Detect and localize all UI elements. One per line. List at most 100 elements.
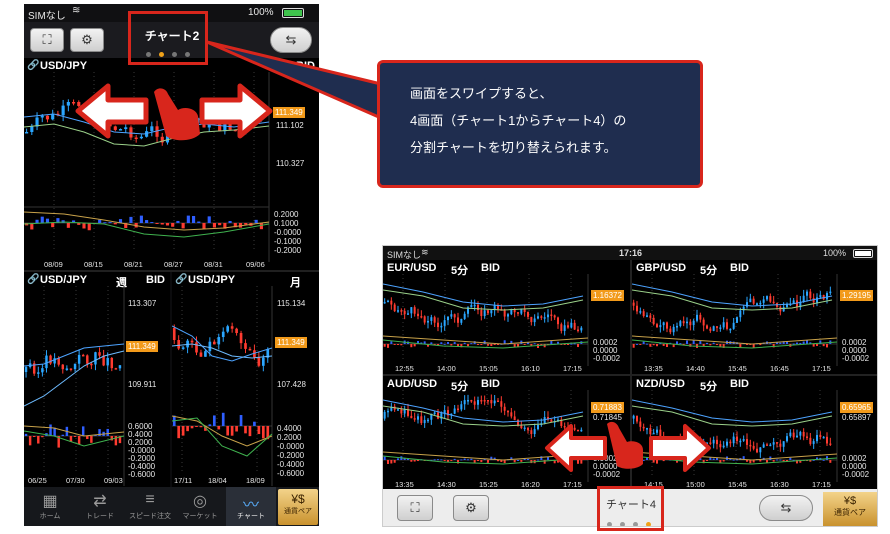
candle xyxy=(393,304,396,312)
osc-bar xyxy=(766,460,768,463)
candle xyxy=(806,436,808,438)
candle xyxy=(570,322,573,328)
rotate-button[interactable]: ⇆ xyxy=(759,495,813,521)
date-label: 08/15 xyxy=(84,260,103,269)
candle xyxy=(709,328,712,331)
osc-bar xyxy=(759,460,762,462)
candle xyxy=(792,432,795,438)
candle xyxy=(403,310,406,315)
osc-bar xyxy=(679,343,682,345)
callout-box: 画面をスワイプすると、 4画面（チャート1からチャート4）の 分割チャートを切り… xyxy=(377,60,703,188)
osc-bar xyxy=(652,344,655,346)
currency-pair-button[interactable]: ¥$ 通貨ペア xyxy=(278,489,318,525)
osc-bar xyxy=(739,344,742,348)
fullscreen-button[interactable]: ⛶ xyxy=(397,495,433,521)
candle xyxy=(480,310,483,317)
tab-trade[interactable]: ⇄ トレード xyxy=(74,487,126,526)
candle xyxy=(493,400,496,404)
candle xyxy=(500,401,503,407)
candle xyxy=(543,317,546,319)
candle xyxy=(802,295,805,302)
tab-home[interactable]: ▦ ホーム xyxy=(24,487,76,526)
candle xyxy=(699,314,702,320)
candle xyxy=(756,303,758,305)
fullscreen-icon: ⛶ xyxy=(410,500,420,515)
osc-bar xyxy=(453,458,456,460)
osc-bar xyxy=(543,344,546,348)
candle xyxy=(503,310,506,317)
pane-symbol: USD/JPY xyxy=(40,60,88,72)
candle xyxy=(722,445,725,448)
osc-bar xyxy=(49,424,52,436)
osc-bar xyxy=(218,223,222,226)
candle xyxy=(537,425,539,430)
candle xyxy=(646,315,648,317)
tablet-chart-pane[interactable]: GBP/USD 5分 BID 1.29195 0.0002 0.0000 -0.… xyxy=(632,260,877,374)
osc-bar xyxy=(202,223,206,229)
candle xyxy=(235,328,238,334)
osc-bar xyxy=(570,343,573,345)
tab-speed-order[interactable]: ≡ スピード注文 xyxy=(124,487,176,526)
osc-bar xyxy=(646,343,648,345)
osc-label: -0.0000 xyxy=(277,442,305,451)
osc-bar xyxy=(192,215,196,223)
price-label: 0.65897 xyxy=(842,413,871,422)
price-label: 115.134 xyxy=(277,299,306,308)
osc-bar xyxy=(228,220,232,223)
osc-label: 0.2000 xyxy=(274,210,299,219)
osc-label: -0.0002 xyxy=(842,354,870,363)
osc-bar xyxy=(729,459,732,461)
osc-bar xyxy=(87,223,91,231)
callout-pointer xyxy=(205,40,383,120)
candle xyxy=(752,298,755,304)
candle xyxy=(517,312,519,314)
osc-bar xyxy=(40,216,44,223)
osc-bar xyxy=(493,344,496,345)
currency-pair-button[interactable]: ¥$ 通貨ペア xyxy=(823,492,877,526)
osc-bar xyxy=(32,436,36,437)
fullscreen-button[interactable]: ⛶ xyxy=(30,28,64,52)
osc-bar xyxy=(212,223,216,228)
osc-bar xyxy=(387,460,389,464)
settings-button[interactable]: ⚙ xyxy=(453,495,489,521)
osc-bar xyxy=(190,426,194,429)
candle xyxy=(762,299,765,303)
battery-label: 100% xyxy=(248,7,274,18)
time-label: 14:30 xyxy=(437,480,456,489)
osc-bar xyxy=(186,426,189,432)
candle xyxy=(682,321,685,324)
osc-bar xyxy=(433,459,436,461)
candle xyxy=(829,443,832,445)
date-label: 08/27 xyxy=(164,260,183,269)
osc-bar xyxy=(259,223,263,230)
tab-chart[interactable]: 〰チャート xyxy=(226,487,276,526)
osc-bar xyxy=(786,341,788,344)
candle xyxy=(736,436,738,442)
candle xyxy=(57,358,60,365)
candle xyxy=(716,326,718,328)
tab-market[interactable]: ◎ マーケット xyxy=(174,487,226,526)
candle xyxy=(400,310,403,312)
candle xyxy=(400,409,403,414)
osc-bar xyxy=(463,342,466,344)
time-label: 17:15 xyxy=(563,480,582,489)
candle xyxy=(98,352,101,356)
candle xyxy=(61,105,65,116)
callout-line: 画面をスワイプすると、 xyxy=(410,86,553,101)
date-label: 09/06 xyxy=(246,260,265,269)
osc-bar xyxy=(217,426,221,430)
chart-pane-left[interactable]: 🔗 USD/JPY 週 BID 113.307 111.349 109.911 … xyxy=(24,272,170,487)
currency-pair-label: 通貨ペア xyxy=(284,508,312,515)
osc-bar xyxy=(413,344,416,347)
osc-bar xyxy=(53,427,56,436)
candle xyxy=(533,429,536,435)
settings-button[interactable]: ⚙ xyxy=(70,28,104,52)
osc-bar xyxy=(257,426,261,435)
tablet-chart-pane[interactable]: EUR/USD 5分 BID 1.16372 0.0002 0.0000 -0.… xyxy=(383,260,630,374)
osc-bar xyxy=(796,342,798,344)
osc-bar xyxy=(24,433,28,436)
chart-pane-right[interactable]: 🔗 USD/JPY 月 115.134 111.349 107.428 0.40… xyxy=(172,272,319,487)
date-label: 08/21 xyxy=(124,260,143,269)
osc-bar xyxy=(443,343,446,345)
candle xyxy=(557,317,559,325)
